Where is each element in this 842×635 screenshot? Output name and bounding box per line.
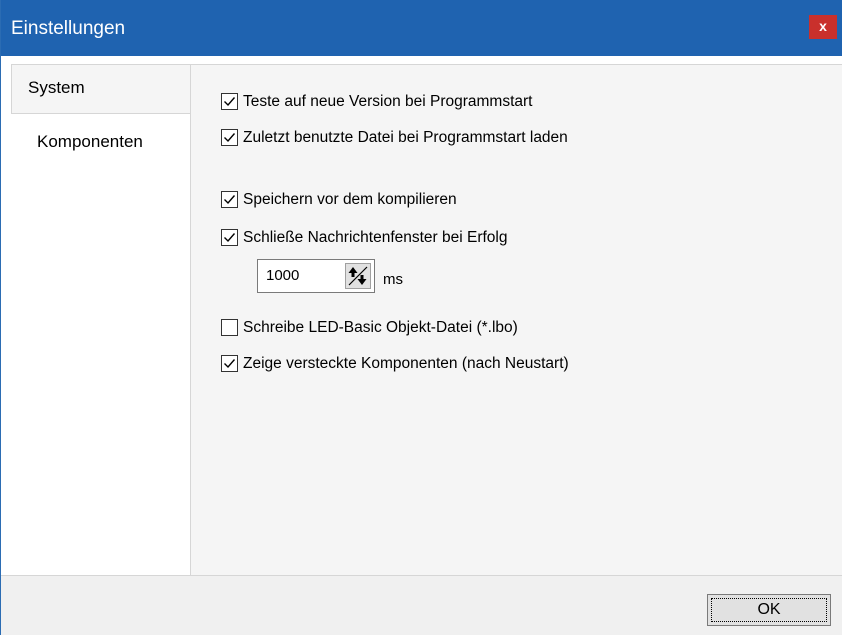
checkbox[interactable] xyxy=(221,355,238,372)
checkbox[interactable] xyxy=(221,229,238,246)
tab-list: System Komponenten xyxy=(1,56,191,575)
window-title: Einstellungen xyxy=(11,18,126,39)
option-label: Teste auf neue Version bei Programmstart xyxy=(243,93,533,110)
checkmark-icon xyxy=(224,359,236,369)
checkbox[interactable] xyxy=(221,319,238,336)
settings-dialog: Einstellungen x System Komponenten Teste… xyxy=(0,0,842,635)
checkmark-icon xyxy=(224,133,236,143)
close-button[interactable]: x xyxy=(809,15,837,39)
up-down-arrows-icon xyxy=(348,266,368,286)
checkmark-icon xyxy=(224,97,236,107)
tab-komponenten-label: Komponenten xyxy=(37,132,143,151)
tab-system[interactable]: System xyxy=(11,64,191,114)
option-label: Zuletzt benutzte Datei bei Programmstart… xyxy=(243,129,568,146)
option-label: Zeige versteckte Komponenten (nach Neust… xyxy=(243,355,569,372)
timeout-unit: ms xyxy=(383,271,403,288)
tab-system-label: System xyxy=(28,78,85,97)
checkmark-icon xyxy=(224,195,236,205)
spin-button[interactable] xyxy=(345,263,371,289)
checkbox[interactable] xyxy=(221,93,238,110)
ok-label: OK xyxy=(757,601,781,618)
ok-button[interactable]: OK xyxy=(707,594,831,626)
tab-komponenten[interactable]: Komponenten xyxy=(11,120,191,168)
option-label: Speichern vor dem kompilieren xyxy=(243,191,457,208)
checkmark-icon xyxy=(224,233,236,243)
system-settings-panel: Teste auf neue Version bei Programmstart… xyxy=(190,64,842,575)
option-label: Schließe Nachrichtenfenster bei Erfolg xyxy=(243,229,508,246)
timeout-spinner[interactable]: 1000 xyxy=(257,259,375,293)
dialog-footer: OK xyxy=(1,575,842,635)
option-label: Schreibe LED-Basic Objekt-Datei (*.lbo) xyxy=(243,319,518,336)
title-bar[interactable]: Einstellungen x xyxy=(1,0,842,56)
timeout-value[interactable]: 1000 xyxy=(266,267,299,284)
checkbox[interactable] xyxy=(221,191,238,208)
checkbox[interactable] xyxy=(221,129,238,146)
